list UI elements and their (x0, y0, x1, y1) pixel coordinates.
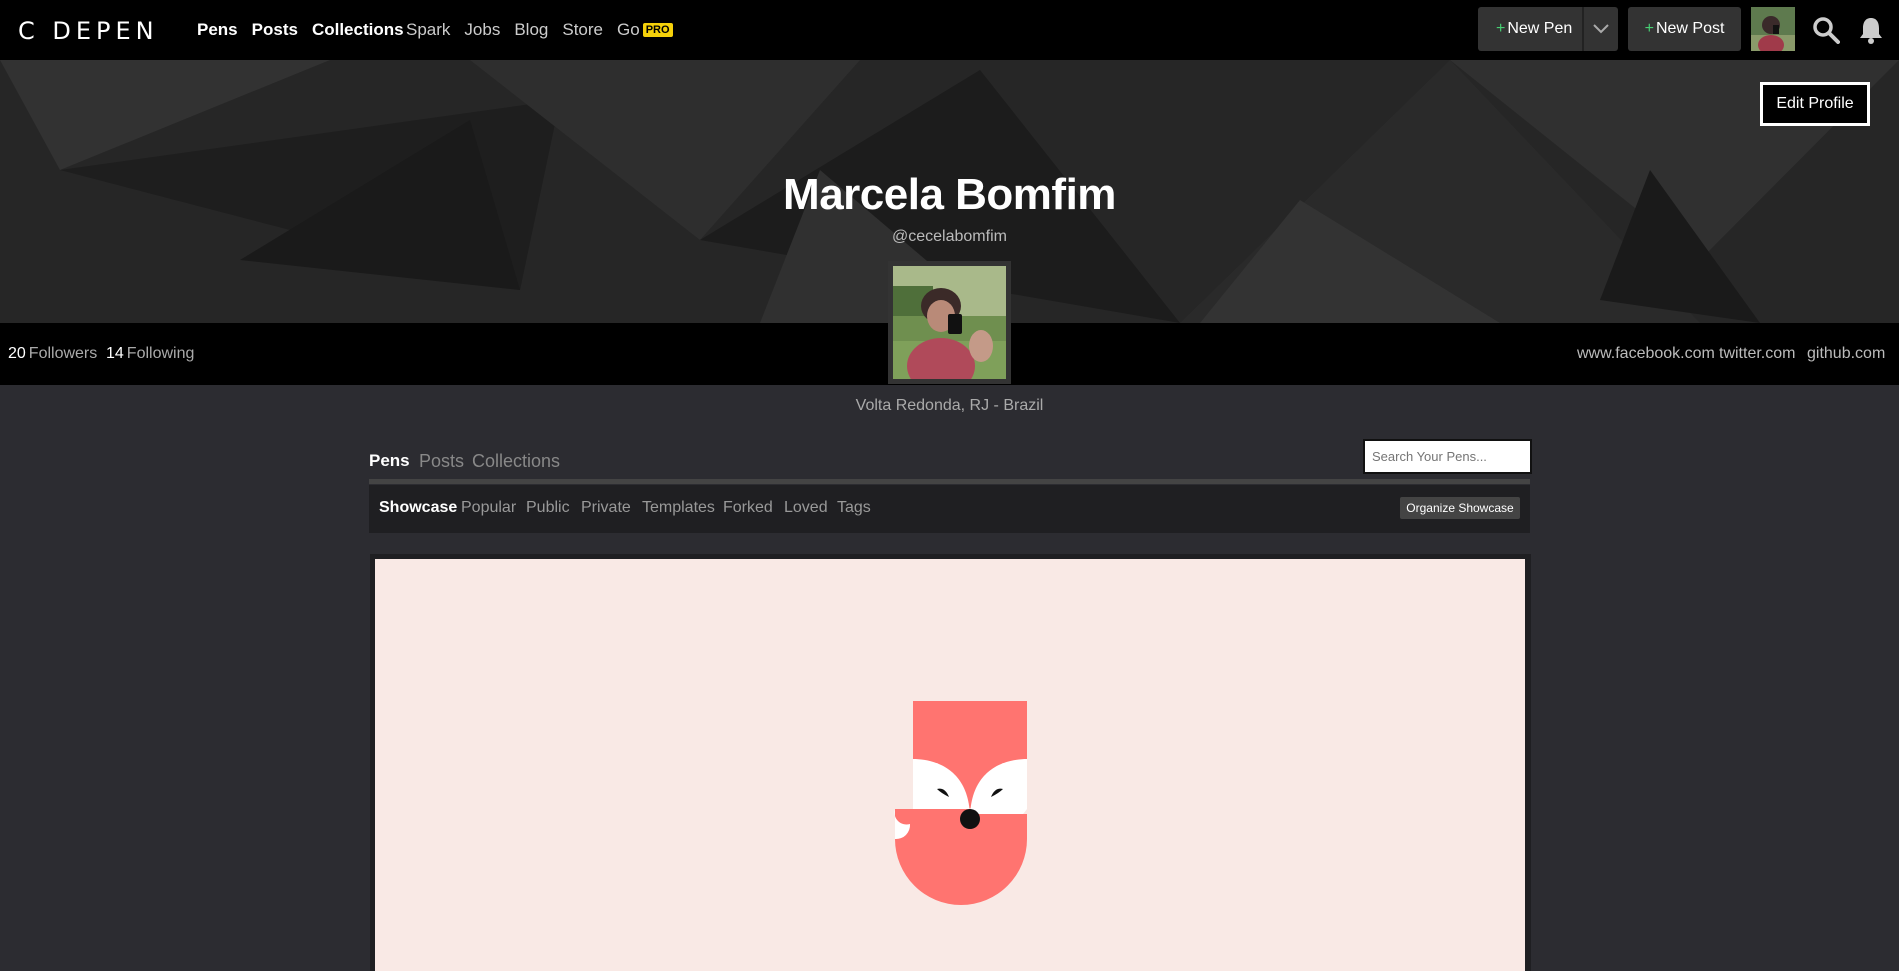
tab-pens[interactable]: Pens (369, 451, 410, 471)
nav-go[interactable]: Go PRO (617, 20, 673, 40)
profile-name: Marcela Bomfim (783, 170, 1116, 219)
new-post-label: New Post (1655, 20, 1725, 37)
followers-count: 20 (8, 345, 26, 362)
user-avatar[interactable] (1751, 7, 1795, 51)
filter-loved[interactable]: Loved (784, 499, 828, 517)
sub-nav: Spark Jobs Blog Store Go PRO (406, 20, 673, 40)
tab-collections[interactable]: Collections (472, 451, 560, 472)
new-pen-button[interactable]: + New Pen (1478, 7, 1618, 51)
nav-collections[interactable]: Collections (312, 20, 404, 40)
pro-badge: PRO (642, 23, 673, 37)
followers-label: Followers (28, 345, 98, 362)
profile-photo (893, 266, 1006, 379)
avatar-photo (1751, 7, 1795, 51)
filter-templates[interactable]: Templates (642, 499, 715, 517)
filter-public[interactable]: Public (526, 499, 570, 517)
showcase-pen-preview[interactable] (370, 554, 1531, 971)
following-label: Following (126, 345, 195, 362)
profile-avatar (888, 261, 1011, 384)
nav-spark[interactable]: Spark (406, 20, 450, 40)
twitter-link[interactable]: twitter.com (1719, 345, 1795, 363)
filter-popular[interactable]: Popular (461, 499, 516, 517)
facebook-link[interactable]: www.facebook.com (1577, 345, 1715, 363)
nav-posts[interactable]: Posts (252, 20, 298, 40)
chevron-down-icon (1593, 24, 1609, 34)
main-nav: Pens Posts Collections (197, 20, 404, 40)
nav-store[interactable]: Store (562, 20, 603, 40)
new-pen-dropdown[interactable] (1582, 7, 1618, 51)
plus-icon: + (1644, 20, 1654, 37)
tab-posts[interactable]: Posts (419, 451, 464, 472)
codepen-logo[interactable]: C DEPEN (18, 17, 159, 45)
search-icon[interactable] (1812, 16, 1840, 44)
pen-preview-canvas (375, 559, 1525, 971)
top-navbar: C DEPEN Pens Posts Collections Spark Job… (0, 0, 1899, 60)
nav-jobs[interactable]: Jobs (464, 20, 500, 40)
profile-location: Volta Redonda, RJ - Brazil (855, 397, 1044, 414)
tabs-divider (369, 479, 1530, 484)
plus-icon: + (1496, 20, 1506, 37)
fox-illustration (894, 701, 1027, 905)
github-link[interactable]: github.com (1807, 345, 1885, 363)
new-pen-label: New Pen (1507, 20, 1573, 37)
logo-text: C DEPEN (18, 17, 159, 45)
pens-filter-bar: Showcase Popular Public Private Template… (369, 485, 1530, 533)
bell-icon[interactable] (1858, 16, 1884, 44)
followers-link[interactable]: 20 Followers (8, 345, 97, 363)
filter-showcase[interactable]: Showcase (379, 499, 457, 517)
filter-forked[interactable]: Forked (723, 499, 773, 517)
organize-showcase-button[interactable]: Organize Showcase (1400, 497, 1520, 519)
new-post-button[interactable]: + New Post (1628, 7, 1741, 51)
search-pens-input[interactable] (1363, 439, 1532, 474)
edit-profile-button[interactable]: Edit Profile (1760, 82, 1870, 126)
profile-handle: @cecelabomfim (892, 228, 1007, 245)
following-link[interactable]: 14 Following (106, 345, 194, 363)
nav-pens[interactable]: Pens (197, 20, 238, 40)
filter-tags[interactable]: Tags (837, 499, 871, 517)
nav-go-label: Go (617, 20, 640, 39)
filter-private[interactable]: Private (581, 499, 631, 517)
following-count: 14 (106, 345, 124, 362)
nav-blog[interactable]: Blog (514, 20, 548, 40)
